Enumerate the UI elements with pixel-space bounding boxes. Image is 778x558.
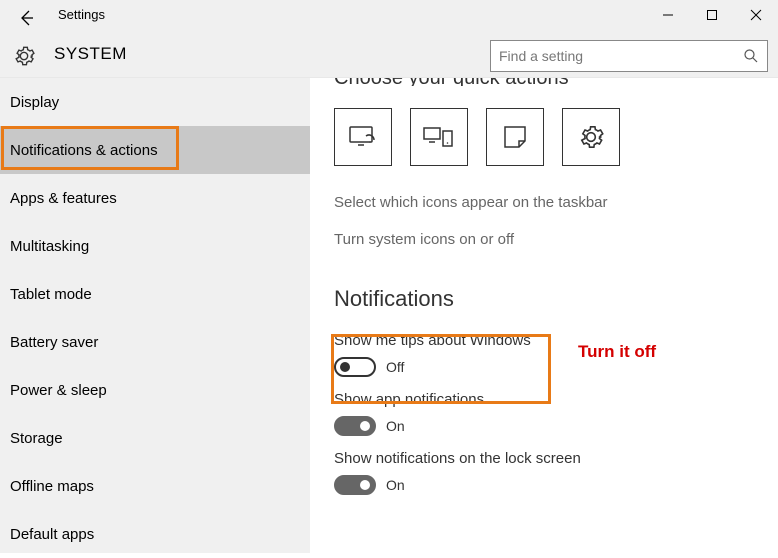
notifications-heading: Notifications [334, 286, 754, 312]
search-box[interactable] [490, 40, 768, 72]
toggle-label: Show me tips about Windows [334, 332, 754, 349]
toggle-switch[interactable] [334, 416, 376, 436]
sidebar-item-notifications-actions[interactable]: Notifications & actions [0, 126, 310, 174]
quick-action-connect[interactable] [410, 108, 468, 166]
quick-action-settings[interactable] [562, 108, 620, 166]
back-button[interactable] [14, 6, 38, 30]
sidebar-item-storage[interactable]: Storage [0, 414, 310, 462]
gear-icon [12, 44, 36, 68]
sidebar: DisplayNotifications & actionsApps & fea… [0, 78, 310, 553]
minimize-button[interactable] [646, 0, 690, 30]
sidebar-item-multitasking[interactable]: Multitasking [0, 222, 310, 270]
header: Settings SYSTEM [0, 0, 778, 78]
maximize-button[interactable] [690, 0, 734, 30]
search-input[interactable] [499, 48, 743, 64]
toggle-label: Show notifications on the lock screen [334, 450, 754, 467]
toggle-switch[interactable] [334, 475, 376, 495]
link-system-icons[interactable]: Turn system icons on or off [334, 231, 754, 248]
sidebar-item-power-sleep[interactable]: Power & sleep [0, 366, 310, 414]
toggle-state-text: On [386, 477, 405, 493]
toggle-group-1: Show app notifications On [334, 391, 754, 436]
toggle-state-text: Off [386, 359, 404, 375]
toggle-state-text: On [386, 418, 405, 434]
quick-action-tablet-mode[interactable] [334, 108, 392, 166]
sidebar-item-apps-features[interactable]: Apps & features [0, 174, 310, 222]
sidebar-item-tablet-mode[interactable]: Tablet mode [0, 270, 310, 318]
quick-action-row [334, 108, 754, 166]
quick-actions-heading: Choose your quick actions [334, 78, 754, 86]
toggle-switch[interactable] [334, 357, 376, 377]
window-title: Settings [58, 7, 105, 22]
content-area: Choose your quick actions Select which i… [310, 78, 778, 553]
sidebar-item-offline-maps[interactable]: Offline maps [0, 462, 310, 510]
toggle-group-0: Show me tips about Windows Off [334, 332, 754, 377]
sidebar-item-battery-saver[interactable]: Battery saver [0, 318, 310, 366]
quick-action-note[interactable] [486, 108, 544, 166]
page-title: SYSTEM [54, 44, 127, 64]
search-icon [743, 48, 759, 64]
link-taskbar-icons[interactable]: Select which icons appear on the taskbar [334, 194, 754, 211]
sidebar-item-default-apps[interactable]: Default apps [0, 510, 310, 558]
window-controls [646, 0, 778, 30]
toggle-group-2: Show notifications on the lock screen On [334, 450, 754, 495]
toggle-label: Show app notifications [334, 391, 754, 408]
sidebar-item-display[interactable]: Display [0, 78, 310, 126]
close-button[interactable] [734, 0, 778, 30]
